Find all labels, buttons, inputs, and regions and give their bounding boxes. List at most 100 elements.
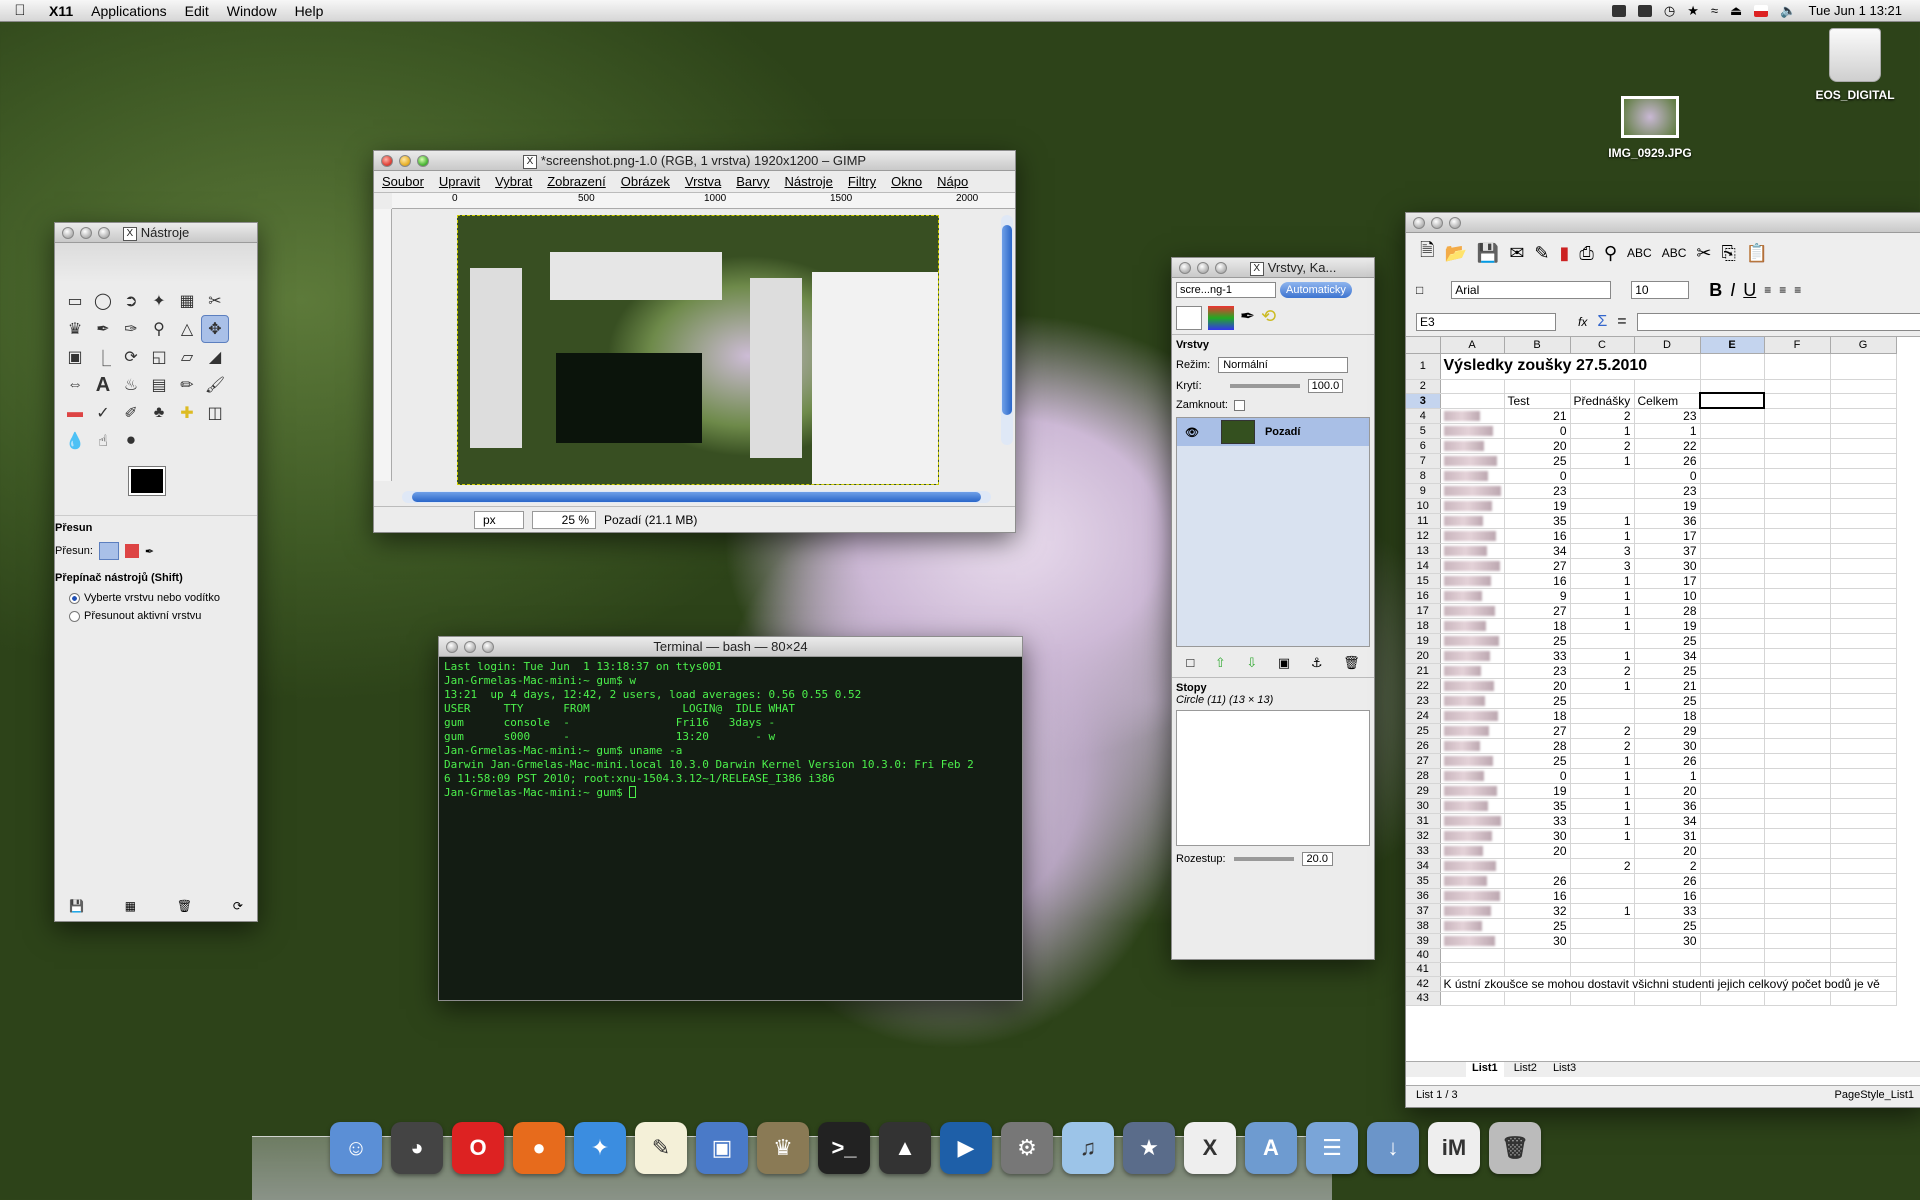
cell-prednasky[interactable]: 1 xyxy=(1570,768,1635,784)
row-number[interactable]: 7 xyxy=(1406,453,1441,469)
cell-celkem[interactable]: 37 xyxy=(1634,543,1701,559)
cell-test[interactable]: 28 xyxy=(1504,738,1571,754)
dock-firefox-icon[interactable]: ● xyxy=(513,1122,565,1174)
cell-test[interactable]: 21 xyxy=(1504,408,1571,424)
col-header[interactable]: D xyxy=(1634,337,1701,354)
dock-quicktime-icon[interactable]: ▶ xyxy=(940,1122,992,1174)
cell-prednasky[interactable]: 2 xyxy=(1570,723,1635,739)
dock-applications-icon[interactable]: A xyxy=(1245,1122,1297,1174)
cell-celkem[interactable]: 16 xyxy=(1634,888,1701,904)
scissors-icon[interactable]: ✂ xyxy=(201,287,229,315)
blurred-name-cell[interactable] xyxy=(1440,768,1505,784)
image-canvas[interactable] xyxy=(457,215,939,485)
styles-icon[interactable]: □ xyxy=(1416,283,1423,297)
cell-test[interactable]: 0 xyxy=(1504,468,1571,484)
horizontal-scrollbar[interactable] xyxy=(402,491,991,503)
zoom-button[interactable] xyxy=(1449,217,1461,229)
cell-celkem[interactable]: 22 xyxy=(1634,438,1701,454)
calc-titlebar[interactable] xyxy=(1406,213,1920,233)
blurred-name-cell[interactable] xyxy=(1440,423,1505,439)
blurred-name-cell[interactable] xyxy=(1440,438,1505,454)
cell-celkem[interactable]: 1 xyxy=(1634,768,1701,784)
cell-prednasky[interactable] xyxy=(1570,633,1635,649)
cell-celkem[interactable]: 25 xyxy=(1634,633,1701,649)
function-wizard-icon[interactable]: fx xyxy=(1578,315,1587,329)
pencil-icon[interactable]: ✏ xyxy=(173,371,201,399)
menu-nastroje[interactable]: Nástroje xyxy=(784,174,832,189)
foreground-color[interactable] xyxy=(128,466,166,496)
blend-icon[interactable]: ▤ xyxy=(145,371,173,399)
tab-list3[interactable]: List3 xyxy=(1547,1062,1582,1077)
cell-prednasky[interactable]: 1 xyxy=(1570,828,1635,844)
menu-barvy[interactable]: Barvy xyxy=(736,174,769,189)
selected-cell[interactable] xyxy=(1699,392,1765,409)
row-number[interactable]: 30 xyxy=(1406,798,1441,814)
blurred-name-cell[interactable] xyxy=(1440,498,1505,514)
cell-prednasky[interactable]: 1 xyxy=(1570,798,1635,814)
row-number[interactable]: 28 xyxy=(1406,768,1441,784)
wilber-drop-area[interactable] xyxy=(55,243,257,283)
note-cell[interactable]: K ústní zkoušce se mohou dostavit všichn… xyxy=(1440,976,1897,992)
cell-prednasky[interactable] xyxy=(1570,843,1635,859)
cell-test[interactable]: 16 xyxy=(1504,528,1571,544)
blurred-name-cell[interactable] xyxy=(1440,453,1505,469)
row-number[interactable]: 17 xyxy=(1406,603,1441,619)
col-header[interactable]: F xyxy=(1764,337,1831,354)
cell-prednasky[interactable]: 3 xyxy=(1570,558,1635,574)
cell-prednasky[interactable]: 1 xyxy=(1570,648,1635,664)
blurred-name-cell[interactable] xyxy=(1440,753,1505,769)
blurred-name-cell[interactable] xyxy=(1440,528,1505,544)
blurred-name-cell[interactable] xyxy=(1440,648,1505,664)
dodge-burn-icon[interactable]: ⚫ xyxy=(117,427,145,455)
cell-celkem[interactable]: 28 xyxy=(1634,603,1701,619)
cell-prednasky[interactable]: 1 xyxy=(1570,783,1635,799)
blurred-name-cell[interactable] xyxy=(1440,813,1505,829)
minimize-button[interactable] xyxy=(1197,262,1209,274)
blurred-name-cell[interactable] xyxy=(1440,918,1505,934)
blurred-name-cell[interactable] xyxy=(1440,828,1505,844)
cell-celkem[interactable]: 25 xyxy=(1634,693,1701,709)
cell-prednasky[interactable]: 1 xyxy=(1570,618,1635,634)
cell-test[interactable]: 23 xyxy=(1504,483,1571,499)
dock-inkscape-icon[interactable]: ▲ xyxy=(879,1122,931,1174)
cell-celkem[interactable]: 19 xyxy=(1634,618,1701,634)
cell-prednasky[interactable] xyxy=(1570,693,1635,709)
row-number[interactable]: 23 xyxy=(1406,693,1441,709)
cell-test[interactable]: 0 xyxy=(1504,768,1571,784)
lock-checkbox[interactable] xyxy=(1233,399,1245,411)
row-number[interactable]: 38 xyxy=(1406,918,1441,934)
reset-options-icon[interactable]: ⟳ xyxy=(233,899,243,913)
cell-test[interactable]: 23 xyxy=(1504,663,1571,679)
menu-okno[interactable]: Okno xyxy=(891,174,922,189)
smudge-icon[interactable]: ☝ xyxy=(89,427,117,455)
undo-tab-icon[interactable]: ⟲ xyxy=(1261,306,1276,330)
cell-celkem[interactable]: 23 xyxy=(1634,483,1701,499)
unit-select[interactable]: px xyxy=(474,510,524,529)
zoom-button[interactable] xyxy=(482,641,494,653)
channels-tab-icon[interactable] xyxy=(1208,306,1234,330)
blurred-name-cell[interactable] xyxy=(1440,483,1505,499)
blurred-name-cell[interactable] xyxy=(1440,723,1505,739)
cell-prednasky[interactable]: 2 xyxy=(1570,408,1635,424)
cell-prednasky[interactable] xyxy=(1570,888,1635,904)
cell-celkem[interactable]: 36 xyxy=(1634,798,1701,814)
row-number[interactable]: 16 xyxy=(1406,588,1441,604)
cell-test[interactable] xyxy=(1504,858,1571,874)
row-number[interactable]: 15 xyxy=(1406,573,1441,589)
auto-button[interactable]: Automaticky xyxy=(1280,282,1352,298)
sheet-grid[interactable]: ABCDEFG 1 Výsledky zoušky 27.5.2010 2 3 Te… xyxy=(1406,337,1920,1057)
col-header[interactable]: E xyxy=(1700,337,1765,354)
dock-finder-icon[interactable]: ☺ xyxy=(330,1122,382,1174)
sheet-title[interactable]: Výsledky zoušky 27.5.2010 xyxy=(1440,353,1701,380)
menu-filtry[interactable]: Filtry xyxy=(848,174,876,189)
cell-test[interactable]: 27 xyxy=(1504,723,1571,739)
row-number[interactable]: 34 xyxy=(1406,858,1441,874)
layer-row[interactable]: 👁 Pozadí xyxy=(1177,418,1369,446)
cell-test[interactable]: 25 xyxy=(1504,693,1571,709)
autospell-icon[interactable]: ABC xyxy=(1662,246,1687,260)
cell-test[interactable]: 18 xyxy=(1504,618,1571,634)
cell-celkem[interactable]: 29 xyxy=(1634,723,1701,739)
cell-test[interactable]: 30 xyxy=(1504,933,1571,949)
terminal-output[interactable]: Last login: Tue Jun 1 13:18:37 on ttys00… xyxy=(439,657,1022,1000)
blurred-name-cell[interactable] xyxy=(1440,618,1505,634)
